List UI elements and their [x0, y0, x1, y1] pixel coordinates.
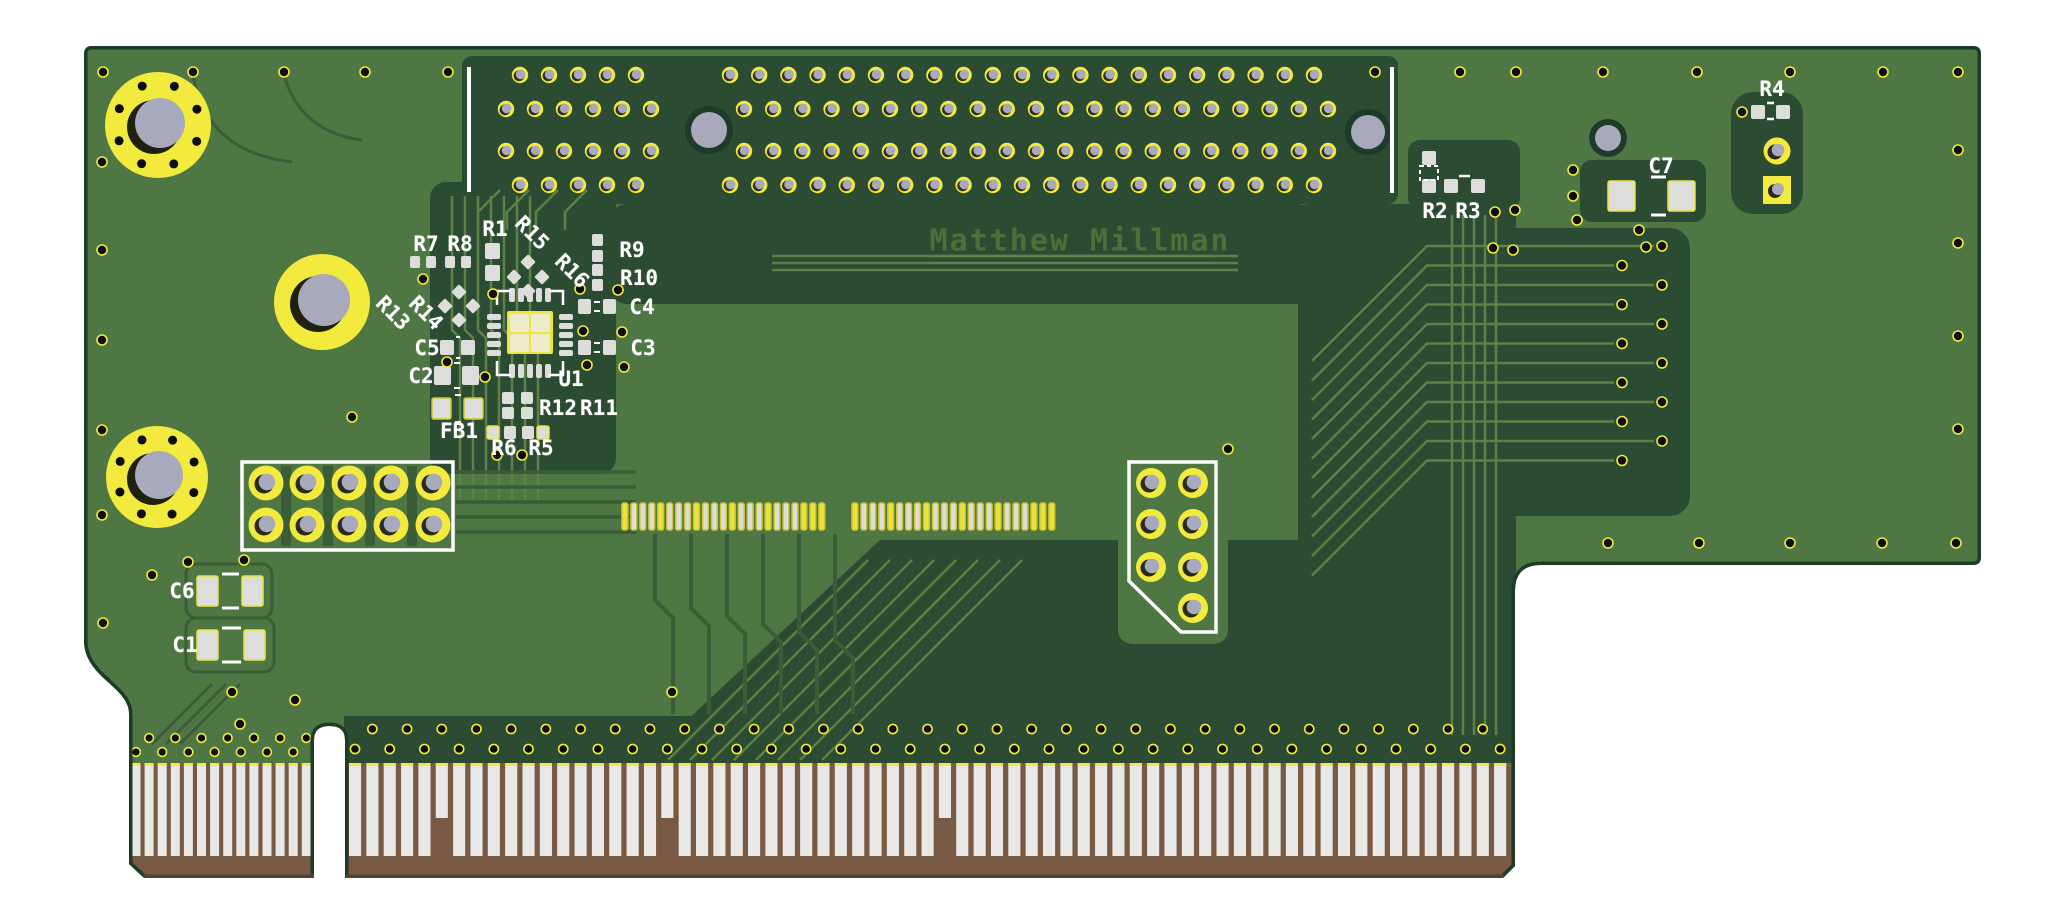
pcb-board-render [0, 0, 2048, 898]
pcb-3d-viewport[interactable]: R7 R8 R1 R15 R16 R9 R10 C4 C3 R13 R14 C5… [0, 0, 2048, 898]
